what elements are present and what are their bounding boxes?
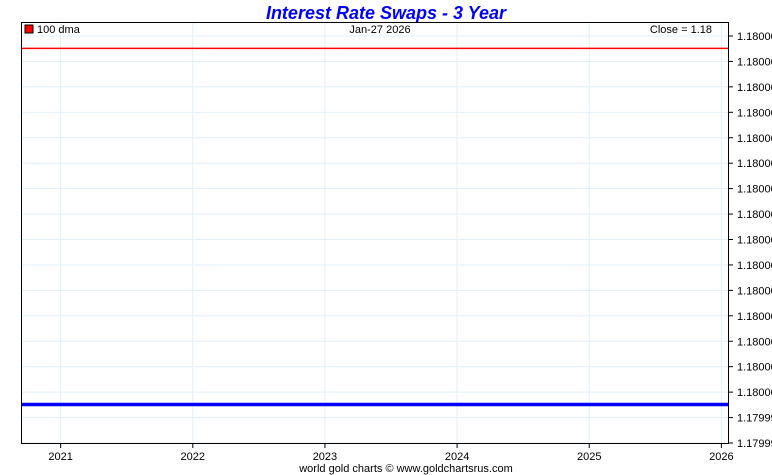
- grid: [21, 22, 728, 444]
- y-tick-label: 1.18000: [737, 56, 772, 68]
- y-tick-label: 1.18000: [737, 158, 772, 170]
- y-tick-label: 1.18000: [737, 82, 772, 94]
- x-axis: 2021 2022 2023 2024 2025 2026: [48, 444, 734, 463]
- x-tick-label: 2024: [445, 451, 469, 463]
- y-tick-label: 1.18000: [737, 184, 772, 196]
- y-tick-label: 1.18000: [737, 31, 772, 43]
- y-tick-label: 1.18000: [737, 387, 772, 399]
- chart: Interest Rate Swaps - 3 Year 100 dma Jan…: [21, 3, 772, 475]
- date-label: Jan-27 2026: [349, 24, 410, 36]
- y-tick-label: 1.18000: [737, 311, 772, 323]
- close-label: Close = 1.18: [650, 24, 712, 36]
- y-tick-label: 1.17999: [737, 438, 772, 450]
- y-tick-label: 1.18000: [737, 336, 772, 348]
- y-tick-label: 1.18000: [737, 260, 772, 272]
- legend-label-100-dma: 100 dma: [37, 24, 81, 36]
- y-tick-label: 1.18000: [737, 209, 772, 221]
- y-tick-label: 1.18000: [737, 133, 772, 145]
- legend-swatch-100-dma: [24, 24, 34, 34]
- y-tick-label: 1.18000: [737, 362, 772, 374]
- x-tick-label: 2023: [313, 451, 337, 463]
- y-tick-label: 1.18000: [737, 107, 772, 119]
- x-tick-label: 2025: [577, 451, 601, 463]
- x-tick-label: 2026: [709, 451, 733, 463]
- y-tick-label: 1.18000: [737, 235, 772, 247]
- plot-frame: [21, 22, 729, 444]
- footer-credit: world gold charts © www.goldchartsrus.co…: [298, 463, 513, 475]
- y-axis: 1.18000 1.18000 1.18000 1.18000 1.18000 1.180…: [728, 31, 772, 450]
- y-tick-label: 1.17999: [737, 413, 772, 425]
- y-tick-label: 1.18000: [737, 285, 772, 297]
- x-tick-label: 2022: [181, 451, 205, 463]
- chart-title: Interest Rate Swaps - 3 Year: [266, 3, 507, 23]
- x-tick-label: 2021: [48, 451, 72, 463]
- series-layer: [21, 47, 728, 407]
